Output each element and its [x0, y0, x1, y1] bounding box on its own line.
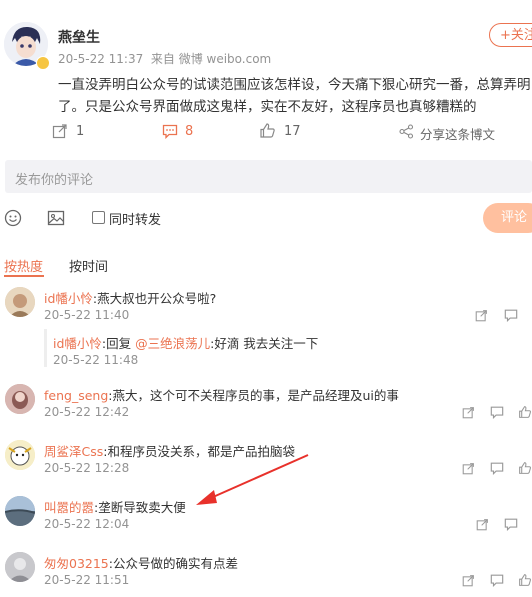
post-content-line: 了。只是公众号界面做成这鬼样，实在不友好，这程序员也真够糟糕的	[58, 99, 477, 115]
avatar[interactable]	[5, 287, 35, 317]
comment-icon[interactable]	[490, 461, 504, 475]
comment-icon[interactable]	[490, 573, 504, 587]
verified-badge-icon	[36, 56, 50, 70]
comment-body: :垄断导致卖大便	[94, 500, 186, 515]
like-icon[interactable]	[518, 405, 532, 419]
post-meta: 20-5-22 11:37 来自 微博 weibo.com	[58, 50, 271, 67]
emoji-icon[interactable]	[4, 209, 22, 227]
repost-icon[interactable]	[462, 574, 475, 587]
comment-count[interactable]: 8	[185, 124, 193, 139]
share-icon[interactable]	[399, 124, 414, 139]
comment-text: 匆匆03215:公众号做的确实有点差	[44, 553, 238, 572]
repost-icon[interactable]	[52, 123, 68, 139]
image-icon[interactable]	[47, 209, 65, 227]
comment-icon[interactable]	[162, 123, 178, 139]
comment-icon[interactable]	[504, 308, 518, 322]
comment-user[interactable]: feng_seng	[44, 388, 108, 403]
tab-sort-hot[interactable]: 按热度	[4, 256, 43, 275]
avatar[interactable]	[5, 440, 35, 470]
comment-input[interactable]: 发布你的评论	[5, 160, 532, 193]
avatar[interactable]	[5, 552, 35, 582]
like-count[interactable]: 17	[284, 124, 301, 139]
follow-label: +关注	[500, 28, 532, 43]
comment-user[interactable]: 周鲨泽Css	[44, 444, 103, 459]
reply-word: :回复	[101, 336, 136, 351]
comment-icon[interactable]	[490, 405, 504, 419]
also-repost-checkbox[interactable]	[92, 211, 105, 224]
follow-button[interactable]: +关注	[489, 23, 532, 47]
post-source: 来自 微博 weibo.com	[150, 52, 272, 66]
comment-body: :燕大，这个可不关程序员的事，是产品经理及ui的事	[108, 388, 399, 403]
comment-time: 20-5-22 11:40	[44, 308, 130, 322]
comment-user[interactable]: 匆匆03215	[44, 556, 109, 571]
comment-body: :公众号做的确实有点差	[108, 556, 238, 571]
repost-icon[interactable]	[475, 309, 488, 322]
annotation-arrow	[196, 454, 309, 505]
comment-user[interactable]: 叫嚣的嚣	[44, 500, 94, 515]
also-repost-label[interactable]: 同时转发	[109, 209, 161, 228]
like-icon[interactable]	[518, 461, 532, 475]
post-time[interactable]: 20-5-22 11:37	[58, 52, 143, 66]
like-icon[interactable]	[518, 573, 532, 587]
avatar[interactable]	[5, 384, 35, 414]
repost-icon[interactable]	[476, 518, 489, 531]
reply-time: 20-5-22 11:48	[53, 353, 139, 367]
post-content-line: 一直没弄明白公众号的试读范围应该怎样设，今天痛下狠心研究一番，总算弄明	[58, 77, 531, 93]
comment-input-placeholder: 发布你的评论	[15, 173, 94, 188]
share-label[interactable]: 分享这条博文	[420, 124, 495, 143]
reply-text: id幡小怜:回复 @三绝浪荡儿:好滴 我去关注一下	[53, 333, 318, 352]
comment-time: 20-5-22 11:51	[44, 573, 130, 587]
repost-count[interactable]: 1	[76, 124, 84, 139]
author-name[interactable]: 燕垒生	[58, 27, 100, 47]
comment-time: 20-5-22 12:28	[44, 461, 130, 475]
submit-comment-button[interactable]: 评论	[483, 203, 532, 233]
comment-time: 20-5-22 12:42	[44, 405, 130, 419]
avatar[interactable]	[5, 496, 35, 526]
comment-user[interactable]: id幡小怜	[44, 291, 93, 306]
comment-text: id幡小怜:燕大叔也开公众号啦?	[44, 288, 216, 307]
like-icon[interactable]	[259, 122, 276, 139]
reply-user[interactable]: id幡小怜	[53, 336, 102, 351]
reply-divider	[44, 329, 47, 367]
tab-sort-hot-underline	[4, 275, 44, 277]
comment-body: :燕大叔也开公众号啦?	[92, 291, 217, 306]
repost-icon[interactable]	[462, 406, 475, 419]
submit-comment-label: 评论	[501, 210, 528, 225]
tab-sort-time[interactable]: 按时间	[69, 256, 108, 275]
reply-target[interactable]: @三绝浪荡儿	[135, 336, 210, 351]
repost-icon[interactable]	[462, 462, 475, 475]
reply-body: :好滴 我去关注一下	[210, 336, 319, 351]
comment-text: feng_seng:燕大，这个可不关程序员的事，是产品经理及ui的事	[44, 385, 399, 404]
comment-icon[interactable]	[504, 517, 518, 531]
comment-time: 20-5-22 12:04	[44, 517, 130, 531]
comment-text: 叫嚣的嚣:垄断导致卖大便	[44, 497, 186, 516]
post-content: 一直没弄明白公众号的试读范围应该怎样设，今天痛下狠心研究一番，总算弄明 了。只是…	[58, 74, 532, 118]
